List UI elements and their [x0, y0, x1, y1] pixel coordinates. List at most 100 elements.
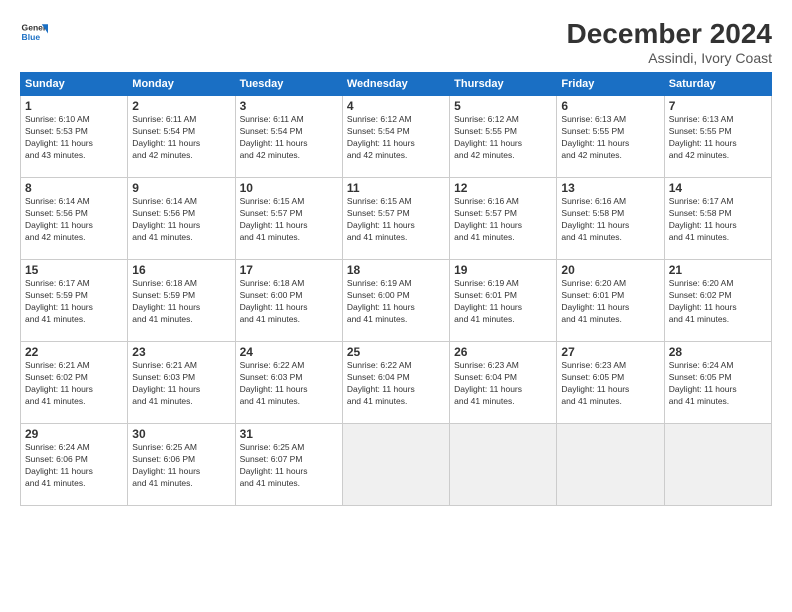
day-info: Sunrise: 6:11 AM Sunset: 5:54 PM Dayligh…	[132, 114, 230, 162]
table-row: 28Sunrise: 6:24 AM Sunset: 6:05 PM Dayli…	[664, 342, 771, 424]
day-info: Sunrise: 6:25 AM Sunset: 6:07 PM Dayligh…	[240, 442, 338, 490]
day-number: 3	[240, 99, 338, 113]
table-row: 10Sunrise: 6:15 AM Sunset: 5:57 PM Dayli…	[235, 178, 342, 260]
day-number: 20	[561, 263, 659, 277]
day-number: 29	[25, 427, 123, 441]
day-info: Sunrise: 6:12 AM Sunset: 5:55 PM Dayligh…	[454, 114, 552, 162]
table-row: 15Sunrise: 6:17 AM Sunset: 5:59 PM Dayli…	[21, 260, 128, 342]
header: General Blue December 2024 Assindi, Ivor…	[20, 18, 772, 66]
col-thursday: Thursday	[450, 73, 557, 96]
day-info: Sunrise: 6:16 AM Sunset: 5:58 PM Dayligh…	[561, 196, 659, 244]
day-info: Sunrise: 6:23 AM Sunset: 6:05 PM Dayligh…	[561, 360, 659, 408]
day-info: Sunrise: 6:16 AM Sunset: 5:57 PM Dayligh…	[454, 196, 552, 244]
table-row: 14Sunrise: 6:17 AM Sunset: 5:58 PM Dayli…	[664, 178, 771, 260]
col-sunday: Sunday	[21, 73, 128, 96]
day-info: Sunrise: 6:13 AM Sunset: 5:55 PM Dayligh…	[561, 114, 659, 162]
subtitle: Assindi, Ivory Coast	[567, 50, 772, 66]
col-saturday: Saturday	[664, 73, 771, 96]
day-info: Sunrise: 6:24 AM Sunset: 6:05 PM Dayligh…	[669, 360, 767, 408]
day-number: 28	[669, 345, 767, 359]
day-info: Sunrise: 6:17 AM Sunset: 5:58 PM Dayligh…	[669, 196, 767, 244]
table-row: 17Sunrise: 6:18 AM Sunset: 6:00 PM Dayli…	[235, 260, 342, 342]
day-number: 6	[561, 99, 659, 113]
day-info: Sunrise: 6:11 AM Sunset: 5:54 PM Dayligh…	[240, 114, 338, 162]
day-info: Sunrise: 6:24 AM Sunset: 6:06 PM Dayligh…	[25, 442, 123, 490]
table-row: 19Sunrise: 6:19 AM Sunset: 6:01 PM Dayli…	[450, 260, 557, 342]
title-block: December 2024 Assindi, Ivory Coast	[567, 18, 772, 66]
table-row	[557, 424, 664, 506]
table-row: 16Sunrise: 6:18 AM Sunset: 5:59 PM Dayli…	[128, 260, 235, 342]
table-row: 27Sunrise: 6:23 AM Sunset: 6:05 PM Dayli…	[557, 342, 664, 424]
day-info: Sunrise: 6:15 AM Sunset: 5:57 PM Dayligh…	[347, 196, 445, 244]
table-row: 8Sunrise: 6:14 AM Sunset: 5:56 PM Daylig…	[21, 178, 128, 260]
day-number: 4	[347, 99, 445, 113]
table-row: 31Sunrise: 6:25 AM Sunset: 6:07 PM Dayli…	[235, 424, 342, 506]
day-number: 31	[240, 427, 338, 441]
table-row	[664, 424, 771, 506]
table-row: 26Sunrise: 6:23 AM Sunset: 6:04 PM Dayli…	[450, 342, 557, 424]
day-info: Sunrise: 6:19 AM Sunset: 6:01 PM Dayligh…	[454, 278, 552, 326]
table-row: 24Sunrise: 6:22 AM Sunset: 6:03 PM Dayli…	[235, 342, 342, 424]
page: General Blue December 2024 Assindi, Ivor…	[0, 0, 792, 612]
day-number: 2	[132, 99, 230, 113]
day-number: 13	[561, 181, 659, 195]
svg-text:Blue: Blue	[22, 32, 41, 42]
day-number: 15	[25, 263, 123, 277]
day-number: 17	[240, 263, 338, 277]
table-row: 3Sunrise: 6:11 AM Sunset: 5:54 PM Daylig…	[235, 96, 342, 178]
col-wednesday: Wednesday	[342, 73, 449, 96]
day-info: Sunrise: 6:15 AM Sunset: 5:57 PM Dayligh…	[240, 196, 338, 244]
table-row: 21Sunrise: 6:20 AM Sunset: 6:02 PM Dayli…	[664, 260, 771, 342]
day-info: Sunrise: 6:14 AM Sunset: 5:56 PM Dayligh…	[132, 196, 230, 244]
calendar: Sunday Monday Tuesday Wednesday Thursday…	[20, 72, 772, 506]
table-row	[450, 424, 557, 506]
day-info: Sunrise: 6:10 AM Sunset: 5:53 PM Dayligh…	[25, 114, 123, 162]
day-info: Sunrise: 6:18 AM Sunset: 5:59 PM Dayligh…	[132, 278, 230, 326]
day-number: 10	[240, 181, 338, 195]
day-info: Sunrise: 6:14 AM Sunset: 5:56 PM Dayligh…	[25, 196, 123, 244]
table-row: 18Sunrise: 6:19 AM Sunset: 6:00 PM Dayli…	[342, 260, 449, 342]
day-number: 25	[347, 345, 445, 359]
table-row: 9Sunrise: 6:14 AM Sunset: 5:56 PM Daylig…	[128, 178, 235, 260]
table-row: 6Sunrise: 6:13 AM Sunset: 5:55 PM Daylig…	[557, 96, 664, 178]
table-row: 13Sunrise: 6:16 AM Sunset: 5:58 PM Dayli…	[557, 178, 664, 260]
col-friday: Friday	[557, 73, 664, 96]
day-number: 18	[347, 263, 445, 277]
table-row: 20Sunrise: 6:20 AM Sunset: 6:01 PM Dayli…	[557, 260, 664, 342]
table-row: 5Sunrise: 6:12 AM Sunset: 5:55 PM Daylig…	[450, 96, 557, 178]
day-info: Sunrise: 6:12 AM Sunset: 5:54 PM Dayligh…	[347, 114, 445, 162]
day-info: Sunrise: 6:13 AM Sunset: 5:55 PM Dayligh…	[669, 114, 767, 162]
day-info: Sunrise: 6:25 AM Sunset: 6:06 PM Dayligh…	[132, 442, 230, 490]
table-row: 30Sunrise: 6:25 AM Sunset: 6:06 PM Dayli…	[128, 424, 235, 506]
day-number: 27	[561, 345, 659, 359]
day-number: 16	[132, 263, 230, 277]
logo: General Blue	[20, 18, 48, 46]
day-number: 21	[669, 263, 767, 277]
day-number: 14	[669, 181, 767, 195]
day-number: 8	[25, 181, 123, 195]
day-number: 9	[132, 181, 230, 195]
day-info: Sunrise: 6:21 AM Sunset: 6:03 PM Dayligh…	[132, 360, 230, 408]
table-row: 1Sunrise: 6:10 AM Sunset: 5:53 PM Daylig…	[21, 96, 128, 178]
table-row	[342, 424, 449, 506]
day-info: Sunrise: 6:20 AM Sunset: 6:02 PM Dayligh…	[669, 278, 767, 326]
day-info: Sunrise: 6:21 AM Sunset: 6:02 PM Dayligh…	[25, 360, 123, 408]
day-number: 24	[240, 345, 338, 359]
day-info: Sunrise: 6:18 AM Sunset: 6:00 PM Dayligh…	[240, 278, 338, 326]
table-row: 23Sunrise: 6:21 AM Sunset: 6:03 PM Dayli…	[128, 342, 235, 424]
table-row: 2Sunrise: 6:11 AM Sunset: 5:54 PM Daylig…	[128, 96, 235, 178]
table-row: 12Sunrise: 6:16 AM Sunset: 5:57 PM Dayli…	[450, 178, 557, 260]
table-row: 11Sunrise: 6:15 AM Sunset: 5:57 PM Dayli…	[342, 178, 449, 260]
day-info: Sunrise: 6:17 AM Sunset: 5:59 PM Dayligh…	[25, 278, 123, 326]
day-info: Sunrise: 6:20 AM Sunset: 6:01 PM Dayligh…	[561, 278, 659, 326]
day-number: 11	[347, 181, 445, 195]
day-info: Sunrise: 6:23 AM Sunset: 6:04 PM Dayligh…	[454, 360, 552, 408]
table-row: 7Sunrise: 6:13 AM Sunset: 5:55 PM Daylig…	[664, 96, 771, 178]
day-number: 19	[454, 263, 552, 277]
table-row: 22Sunrise: 6:21 AM Sunset: 6:02 PM Dayli…	[21, 342, 128, 424]
col-tuesday: Tuesday	[235, 73, 342, 96]
day-number: 1	[25, 99, 123, 113]
day-number: 22	[25, 345, 123, 359]
table-row: 25Sunrise: 6:22 AM Sunset: 6:04 PM Dayli…	[342, 342, 449, 424]
day-number: 23	[132, 345, 230, 359]
